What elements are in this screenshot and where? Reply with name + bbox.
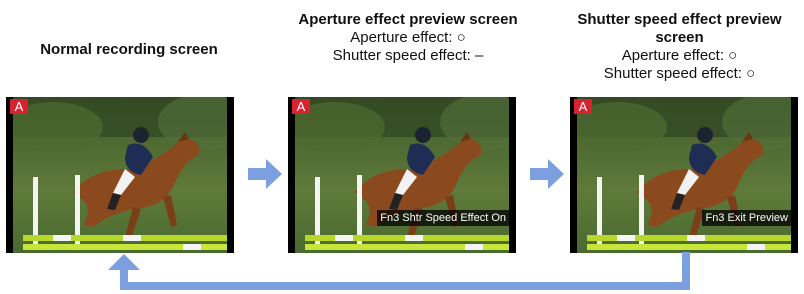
caption-line-aperture: Aperture effect: ○ xyxy=(621,47,738,64)
right-arrow-icon xyxy=(248,159,282,189)
caption-line-shutter: Shutter speed effect: ○ xyxy=(603,65,756,82)
screen-shutter-preview: A Fn3 Exit Preview xyxy=(570,97,798,253)
horse-jump-photo xyxy=(13,97,227,253)
caption-aperture: Aperture effect preview screen Aperture … xyxy=(270,11,546,65)
return-arrow-icon xyxy=(108,252,690,290)
screen-normal: A xyxy=(6,97,234,253)
caption-title: Shutter speed effect preview screen xyxy=(577,11,782,46)
photo-illustration xyxy=(13,97,227,253)
fn3-exit-preview-button[interactable]: Fn3 Exit Preview xyxy=(702,210,791,226)
screen-aperture-preview: A Fn3 Shtr Speed Effect On xyxy=(288,97,516,253)
caption-line-aperture: Aperture effect: ○ xyxy=(350,29,466,46)
caption-title: Normal recording screen xyxy=(40,41,218,58)
right-arrow-icon xyxy=(530,159,564,189)
horse-jump-photo xyxy=(295,97,509,253)
caption-shutter: Shutter speed effect preview screen Aper… xyxy=(555,11,804,83)
caption-title: Aperture effect preview screen xyxy=(298,11,518,28)
mode-badge: A xyxy=(292,99,310,114)
caption-line-shutter: Shutter speed effect: – xyxy=(332,47,484,64)
mode-badge: A xyxy=(10,99,28,114)
fn3-shutter-speed-effect-button[interactable]: Fn3 Shtr Speed Effect On xyxy=(377,210,509,226)
photo-illustration xyxy=(577,97,791,253)
photo-illustration xyxy=(295,97,509,253)
mode-badge: A xyxy=(574,99,592,114)
caption-normal: Normal recording screen xyxy=(0,41,258,59)
horse-jump-photo xyxy=(577,97,791,253)
